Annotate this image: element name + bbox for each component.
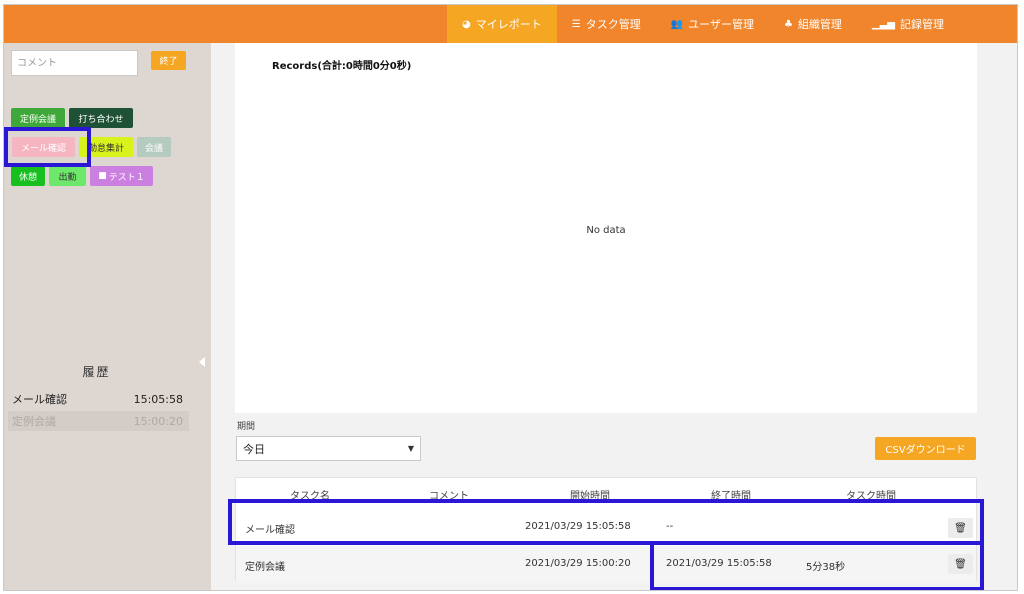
tag-shukkin[interactable]: 出勤 — [49, 166, 86, 186]
nav-task-management[interactable]: ☰ タスク管理 — [557, 5, 656, 43]
history-item[interactable]: メール確認 15:05:58 — [12, 389, 189, 409]
list-icon: ☰ — [571, 18, 581, 30]
end-button[interactable]: 終了 — [151, 51, 186, 70]
history-item-time: 15:00:20 — [133, 414, 183, 428]
bar-chart-icon: ▁▃▅ — [871, 18, 895, 30]
cell-task-name: 定例会議 — [245, 562, 285, 573]
nav-label: 記録管理 — [900, 18, 944, 31]
top-nav-bar: ◕ マイレポート ☰ タスク管理 👥 ユーザー管理 ♣ 組織管理 ▁▃▅ 記録管… — [4, 5, 1017, 43]
csv-download-button[interactable]: CSVダウンロード — [875, 437, 976, 460]
cell-duration: 5分38秒 — [806, 562, 846, 573]
period-select[interactable]: 今日 ▼ — [236, 436, 421, 461]
chart-title: Records(合計:0時間0分0秒) — [272, 61, 412, 72]
table-row[interactable]: メール確認 2021/03/29 15:05:58 -- 🗑 — [236, 509, 976, 546]
header-task-name: タスク名 — [290, 491, 330, 502]
history-item-name: メール確認 — [12, 393, 67, 406]
tag-kaigi[interactable]: 会議 — [137, 137, 171, 157]
header-comment: コメント — [429, 491, 469, 502]
tag-teirei-kaigi[interactable]: 定例会議 — [11, 108, 65, 128]
tag-test1-label: テスト１ — [108, 172, 145, 183]
tag-kyukei[interactable]: 休憩 — [11, 166, 45, 186]
sidebar-collapse-strip[interactable] — [193, 43, 211, 590]
tag-test1[interactable]: ■ テスト１ — [90, 166, 153, 186]
sitemap-icon: ♣ — [783, 18, 793, 30]
sidebar: 終了 定例会議 打ち合わせ メール確認 勤怠集計 会議 休憩 出勤 ■ テスト１… — [4, 43, 193, 590]
history-item-time: 15:05:58 — [133, 392, 183, 406]
period-select-value: 今日 — [243, 442, 265, 456]
tag-mail-check[interactable]: メール確認 — [12, 137, 75, 157]
chart-empty-message: No data — [586, 225, 626, 236]
tag-uchiawase[interactable]: 打ち合わせ — [69, 108, 133, 128]
tag-kintai-shukei[interactable]: 勤怠集計 — [79, 137, 133, 157]
cell-start-time: 2021/03/29 15:00:20 — [525, 558, 631, 569]
folder-icon: ■ — [98, 171, 107, 181]
nav-my-report[interactable]: ◕ マイレポート — [447, 5, 557, 43]
history-item[interactable]: 定例会議 15:00:20 — [8, 411, 189, 431]
header-start-time: 開始時間 — [570, 491, 610, 502]
nav-label: ユーザー管理 — [688, 18, 754, 31]
nav-label: 組織管理 — [797, 18, 842, 31]
comment-input[interactable] — [11, 50, 138, 76]
cell-end-time: 2021/03/29 15:05:58 — [666, 558, 772, 569]
pie-chart-icon: ◕ — [462, 18, 471, 30]
trash-icon: 🗑 — [954, 522, 967, 534]
records-chart-panel: Records(合計:0時間0分0秒) No data — [235, 43, 977, 413]
collapse-arrow-icon[interactable] — [199, 357, 205, 367]
main-nav: ◕ マイレポート ☰ タスク管理 👥 ユーザー管理 ♣ 組織管理 ▁▃▅ 記録管… — [447, 5, 959, 43]
nav-label: マイレポート — [475, 18, 542, 31]
cell-end-time: -- — [666, 521, 674, 532]
users-icon: 👥 — [670, 18, 684, 30]
delete-row-button[interactable]: 🗑 — [948, 554, 973, 574]
nav-organization-management[interactable]: ♣ 組織管理 — [769, 5, 857, 43]
history-item-name: 定例会議 — [12, 415, 56, 428]
cell-task-name: メール確認 — [245, 525, 295, 536]
header-end-time: 終了時間 — [711, 491, 751, 502]
nav-user-management[interactable]: 👥 ユーザー管理 — [656, 5, 769, 43]
history-title: 履歴 — [82, 365, 111, 379]
period-label: 期間 — [237, 422, 256, 432]
delete-row-button[interactable]: 🗑 — [948, 518, 973, 538]
records-table: タスク名 コメント 開始時間 終了時間 タスク時間 メール確認 2021/03/… — [235, 477, 977, 583]
chevron-down-icon: ▼ — [407, 444, 414, 453]
trash-icon: 🗑 — [954, 558, 967, 570]
nav-label: タスク管理 — [585, 18, 641, 31]
table-row[interactable]: 定例会議 2021/03/29 15:00:20 2021/03/29 15:0… — [236, 546, 976, 583]
nav-record-management[interactable]: ▁▃▅ 記録管理 — [857, 5, 959, 43]
header-task-duration: タスク時間 — [846, 491, 896, 502]
cell-start-time: 2021/03/29 15:05:58 — [525, 521, 631, 532]
app-window: ◕ マイレポート ☰ タスク管理 👥 ユーザー管理 ♣ 組織管理 ▁▃▅ 記録管… — [3, 4, 1018, 591]
table-header: タスク名 コメント 開始時間 終了時間 タスク時間 — [236, 478, 976, 506]
